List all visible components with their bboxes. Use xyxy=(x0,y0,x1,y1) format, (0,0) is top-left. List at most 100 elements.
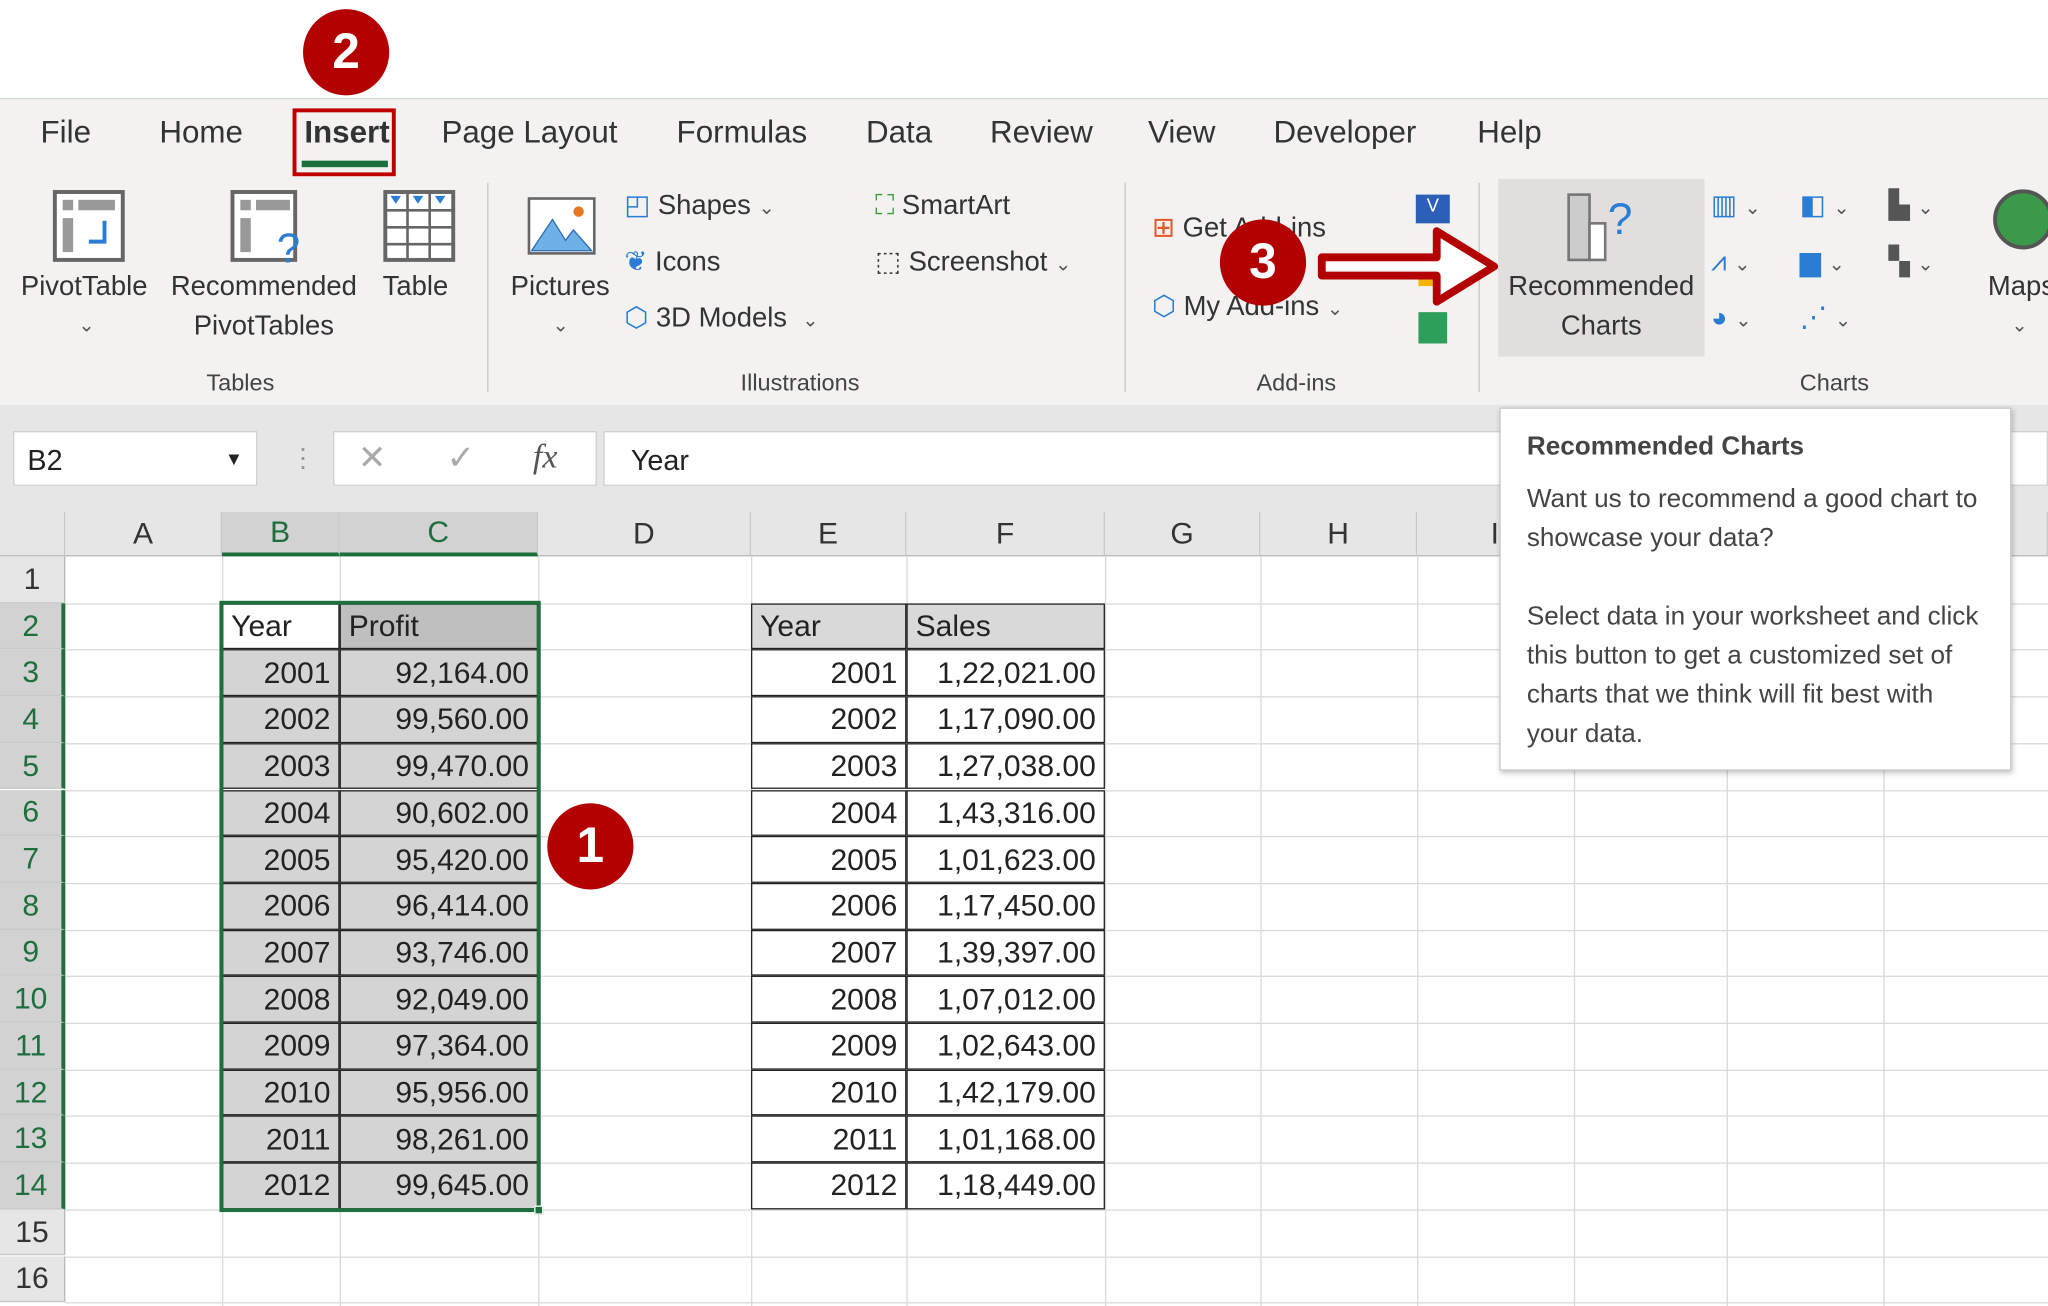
row-header-7[interactable]: 7 xyxy=(0,836,66,883)
table-cell[interactable]: 1,17,450.00 xyxy=(906,882,1105,930)
table-cell[interactable]: 1,27,038.00 xyxy=(906,742,1105,790)
table-cell[interactable]: 2004 xyxy=(751,789,907,837)
tab-formulas[interactable]: Formulas xyxy=(677,115,808,152)
column-header-A[interactable]: A xyxy=(65,511,223,557)
row-header-10[interactable]: 10 xyxy=(0,976,66,1023)
column-header-B[interactable]: B xyxy=(222,511,340,557)
tab-developer[interactable]: Developer xyxy=(1273,115,1416,152)
recommended-charts-tooltip: Recommended Charts Want us to recommend … xyxy=(1499,407,2012,771)
table-cell[interactable]: 2001 xyxy=(751,649,907,697)
table-cell[interactable]: 1,42,179.00 xyxy=(906,1069,1105,1116)
name-box[interactable]: B2 ▼ xyxy=(13,431,258,486)
table-cell[interactable]: 1,18,449.00 xyxy=(906,1162,1105,1210)
column-header-D[interactable]: D xyxy=(538,511,752,557)
column-header-H[interactable]: H xyxy=(1260,511,1418,557)
recommended-charts-button[interactable]: ? Recommended Charts xyxy=(1498,178,1705,357)
table-cell[interactable]: 1,39,397.00 xyxy=(906,929,1105,977)
icons-button[interactable]: ❦ Icons xyxy=(624,243,720,282)
tab-help[interactable]: Help xyxy=(1477,115,1541,152)
row-header-16[interactable]: 16 xyxy=(0,1255,66,1303)
row-header-15[interactable]: 15 xyxy=(0,1209,66,1256)
row-header-6[interactable]: 6 xyxy=(0,789,66,837)
table-cell[interactable]: 1,01,623.00 xyxy=(906,836,1105,883)
chevron-down-icon[interactable]: ⌄ xyxy=(78,307,94,346)
table-cell[interactable]: 1,43,316.00 xyxy=(906,789,1105,837)
shapes-button[interactable]: ◰ Shapes ⌄ xyxy=(624,187,775,229)
chevron-down-icon[interactable]: ⌄ xyxy=(552,307,568,346)
screenshot-icon: ⬚ xyxy=(875,246,902,277)
3d-models-button[interactable]: ⬡ 3D Models ⌄ xyxy=(624,299,818,341)
row-header-13[interactable]: 13 xyxy=(0,1115,66,1163)
pivottable-button[interactable]: PivotTable xyxy=(21,268,148,307)
chevron-down-icon[interactable]: ⌄ xyxy=(2011,307,2027,346)
label: SmartArt xyxy=(901,190,1011,221)
row-header-12[interactable]: 12 xyxy=(0,1069,66,1116)
tooltip-text: Want us to recommend a good chart to sho… xyxy=(1526,484,1978,553)
table-cell[interactable]: 2011 xyxy=(751,1115,907,1163)
drag-handle-icon[interactable]: ⋮ xyxy=(290,441,316,474)
statistic-chart-button[interactable]: ▆ ⌄ xyxy=(1800,243,1845,285)
table-cell[interactable]: 1,02,643.00 xyxy=(906,1022,1105,1070)
table-cell[interactable]: 2005 xyxy=(751,836,907,883)
row-header-11[interactable]: 11 xyxy=(0,1022,66,1070)
tab-file[interactable]: File xyxy=(40,115,91,152)
pie-chart-button[interactable]: ◕ ⌄ xyxy=(1711,299,1752,341)
table-cell[interactable]: 2002 xyxy=(751,696,907,743)
table-cell[interactable]: 2007 xyxy=(751,929,907,977)
row-header-1[interactable]: 1 xyxy=(0,556,66,604)
recommended-pivottables-button[interactable]: Recommended PivotTables xyxy=(165,268,364,346)
chevron-down-icon[interactable]: ▼ xyxy=(225,448,243,469)
table-cell[interactable]: 2006 xyxy=(751,882,907,930)
smartart-button[interactable]: ⛶ SmartArt xyxy=(875,187,1010,226)
column-chart-button[interactable]: ▥ ⌄ xyxy=(1711,187,1761,229)
pictures-button[interactable]: Pictures xyxy=(511,268,610,307)
screenshot-button[interactable]: ⬚ Screenshot ⌄ xyxy=(875,243,1071,285)
table-cell[interactable]: 2003 xyxy=(751,742,907,790)
column-header-E[interactable]: E xyxy=(751,511,907,557)
fill-handle[interactable] xyxy=(534,1205,544,1215)
tab-home[interactable]: Home xyxy=(159,115,243,152)
table-cell[interactable]: 2008 xyxy=(751,976,907,1023)
table-header-cell[interactable]: Sales xyxy=(906,603,1105,650)
row-header-4[interactable]: 4 xyxy=(0,696,66,743)
scatter-chart-button[interactable]: ⋰ ⌄ xyxy=(1800,299,1851,341)
insert-function-icon[interactable]: fx xyxy=(533,438,558,477)
gridline xyxy=(65,1302,2048,1304)
line-chart-button[interactable]: ⩘ ⌄ xyxy=(1711,243,1751,285)
table-cell[interactable]: 1,17,090.00 xyxy=(906,696,1105,743)
addins-icon: ⬡ xyxy=(1151,291,1176,322)
visio-icon[interactable]: V xyxy=(1415,194,1450,224)
table-header-cell[interactable]: Year xyxy=(751,603,907,650)
enter-icon[interactable]: ✓ xyxy=(447,438,475,478)
table-cell[interactable]: 1,22,021.00 xyxy=(906,649,1105,697)
group-label-illustrations: Illustrations xyxy=(740,369,860,396)
maps-button[interactable]: Maps xyxy=(1988,268,2048,307)
table-button[interactable]: Table xyxy=(383,268,449,307)
column-header-G[interactable]: G xyxy=(1104,511,1261,557)
table-cell[interactable]: 2012 xyxy=(751,1162,907,1210)
table-cell[interactable]: 2009 xyxy=(751,1022,907,1070)
row-header-3[interactable]: 3 xyxy=(0,649,66,697)
tab-insert[interactable]: Insert xyxy=(304,115,389,152)
combo-chart-button[interactable]: ▚ ⌄ xyxy=(1889,243,1934,285)
row-header-9[interactable]: 9 xyxy=(0,929,66,977)
waterfall-chart-button[interactable]: ▙ ⌄ xyxy=(1889,187,1934,229)
tab-review[interactable]: Review xyxy=(990,115,1093,152)
column-header-F[interactable]: F xyxy=(906,511,1105,557)
tab-data[interactable]: Data xyxy=(866,115,932,152)
hierarchy-chart-button[interactable]: ◧ ⌄ xyxy=(1800,187,1850,229)
people-graph-icon[interactable] xyxy=(1418,312,1448,344)
table-cell[interactable]: 2010 xyxy=(751,1069,907,1116)
group-label-charts: Charts xyxy=(1799,369,1870,396)
row-header-14[interactable]: 14 xyxy=(0,1162,66,1210)
row-header-2[interactable]: 2 xyxy=(0,603,66,650)
select-all-corner[interactable] xyxy=(0,511,66,557)
table-cell[interactable]: 1,07,012.00 xyxy=(906,976,1105,1023)
cancel-icon[interactable]: ✕ xyxy=(358,438,386,478)
tab-page-layout[interactable]: Page Layout xyxy=(441,115,617,152)
row-header-8[interactable]: 8 xyxy=(0,882,66,930)
table-cell[interactable]: 1,01,168.00 xyxy=(906,1115,1105,1163)
row-header-5[interactable]: 5 xyxy=(0,742,66,790)
column-header-C[interactable]: C xyxy=(339,511,539,557)
tab-view[interactable]: View xyxy=(1148,115,1215,152)
